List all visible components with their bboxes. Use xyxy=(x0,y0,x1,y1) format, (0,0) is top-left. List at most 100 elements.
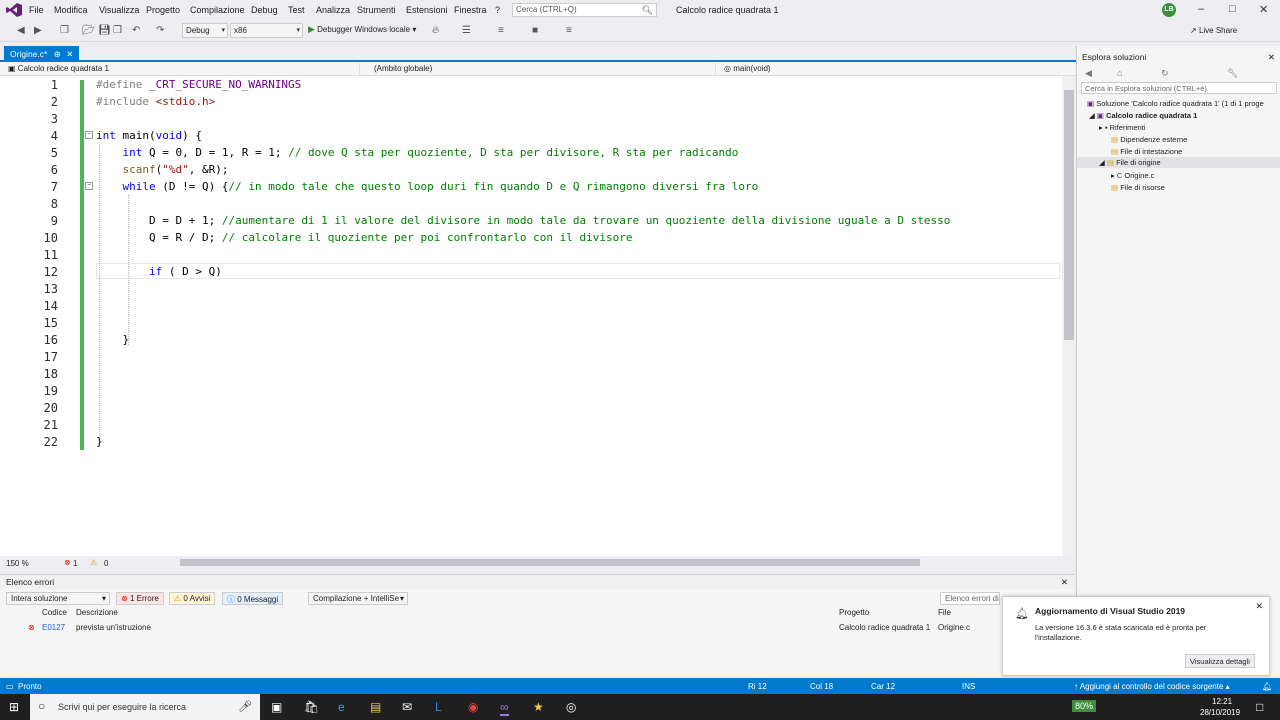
launcher-icon[interactable]: L xyxy=(435,700,442,714)
open-icon[interactable]: 📂︎ xyxy=(82,25,95,36)
app-star-icon[interactable]: ★ xyxy=(533,700,544,714)
error-count[interactable]: 1 xyxy=(73,559,77,568)
tree-origine-c[interactable]: ▸ C Origine.c xyxy=(1111,171,1154,180)
column-header-code[interactable]: Codice xyxy=(42,608,67,617)
column-header-file[interactable]: File xyxy=(938,608,951,617)
view-details-button[interactable]: Visualizza dettagli xyxy=(1185,654,1255,668)
forward-icon[interactable]: ▶ xyxy=(34,25,42,36)
menu-progetto[interactable]: Progetto xyxy=(146,5,180,15)
user-avatar[interactable]: LB xyxy=(1162,3,1176,17)
maximize-icon[interactable]: □ xyxy=(1229,3,1236,15)
close-tab-icon[interactable]: ✕ xyxy=(66,49,73,59)
menu-debug[interactable]: Debug xyxy=(251,5,278,15)
back-icon[interactable]: ◀ xyxy=(1085,68,1092,79)
error-scope-select[interactable]: Intera soluzione ▾ xyxy=(6,592,110,605)
microphone-icon[interactable]: 🎤︎ xyxy=(238,700,252,713)
close-icon[interactable]: ✕ xyxy=(1255,601,1263,612)
redo-icon[interactable]: ↷ xyxy=(156,25,164,36)
config-select[interactable]: Debug ▾ xyxy=(182,23,228,38)
line-number: 5 xyxy=(50,146,58,160)
scrollbar-thumb[interactable] xyxy=(1064,90,1074,340)
horizontal-scrollbar-thumb[interactable] xyxy=(180,559,920,566)
windows-start-icon[interactable]: ⊞ xyxy=(9,700,19,714)
menu-estensioni[interactable]: Estensioni xyxy=(406,5,448,15)
menu-help[interactable]: ? xyxy=(495,5,500,15)
mail-icon[interactable]: ✉ xyxy=(402,700,412,714)
zoom-level[interactable]: 150 % xyxy=(6,559,29,568)
undo-icon[interactable]: ↶ xyxy=(132,25,140,36)
fold-toggle-main[interactable]: − xyxy=(85,131,93,139)
tree-risorse[interactable]: ▤ File di risorse xyxy=(1111,183,1165,192)
comment-icon[interactable]: ≡ xyxy=(498,25,504,36)
editor-vertical-scrollbar[interactable] xyxy=(1062,76,1076,556)
errors-filter-button[interactable]: ⊗ 1 Errore xyxy=(116,592,164,605)
app-icon[interactable]: ◎ xyxy=(566,700,576,714)
menu-analizza[interactable]: Analizza xyxy=(316,5,350,15)
minimize-icon[interactable]: – xyxy=(1198,3,1204,15)
menu-strumenti[interactable]: Strumenti xyxy=(357,5,396,15)
error-list-search-input[interactable]: Elenco errori di xyxy=(940,592,1000,605)
menu-compilazione[interactable]: Compilazione xyxy=(190,5,245,15)
close-icon[interactable]: ✕ xyxy=(1259,3,1268,16)
tree-project[interactable]: ◢ ▣ Calcolo radice quadrata 1 xyxy=(1089,111,1197,120)
tree-dipendenze[interactable]: ▤ Dipendenze esterne xyxy=(1111,135,1187,144)
step-icon[interactable]: ☰ xyxy=(462,25,471,36)
action-center-icon[interactable]: □ xyxy=(1256,700,1263,714)
warnings-filter-button[interactable]: ⚠ 0 Avvisi xyxy=(169,592,216,605)
column-header-description[interactable]: Descrizione xyxy=(76,608,118,617)
hot-reload-icon[interactable]: 🔥︎ xyxy=(432,25,439,36)
close-icon[interactable]: ✕ xyxy=(1061,577,1068,588)
tree-file-origine[interactable]: ◢ ▤ File di origine xyxy=(1077,157,1280,168)
tree-riferimenti[interactable]: ▸ ▪ Riferimenti xyxy=(1099,123,1145,132)
run-debugger-button[interactable]: ▶ Debugger Windows locale ▾ xyxy=(308,24,416,35)
navigate-bookmark-icon[interactable]: ≡ xyxy=(566,25,572,36)
folder-icon: ▤ xyxy=(1111,147,1119,156)
sync-icon[interactable]: ↻ xyxy=(1161,68,1169,79)
store-icon[interactable]: 🛍︎ xyxy=(304,700,319,714)
bookmark-icon[interactable]: ■ xyxy=(532,25,538,36)
menu-visualizza[interactable]: Visualizza xyxy=(99,5,139,15)
home-icon[interactable]: ⌂ xyxy=(1117,68,1122,78)
quick-search-input[interactable]: Cerca (CTRL+Q) 🔍︎ xyxy=(512,3,657,17)
tree-solution[interactable]: ▣ Soluzione 'Calcolo radice quadrata 1' … xyxy=(1087,99,1264,108)
build-filter-select[interactable]: Compilazione + IntelliSe ▾ xyxy=(308,592,408,605)
menu-file[interactable]: File xyxy=(29,5,44,15)
pin-icon[interactable]: ⊕ xyxy=(54,49,61,59)
save-all-icon[interactable]: ❐ xyxy=(113,25,122,36)
windows-taskbar: ⊞ ○ Scrivi qui per eseguire la ricerca 🎤… xyxy=(0,694,1280,720)
back-icon[interactable]: ◀ xyxy=(17,25,25,36)
project-select[interactable]: ▣ Calcolo radice quadrata 1 xyxy=(4,63,360,75)
messages-filter-button[interactable]: ⓘ 0 Messaggi xyxy=(222,592,284,605)
properties-icon[interactable]: 🔧︎ xyxy=(1227,68,1238,79)
tab-origine-c[interactable]: Origine.c* ⊕ ✕ xyxy=(4,46,80,62)
chrome-icon[interactable]: ◉ xyxy=(468,700,478,714)
error-file: Origine.c xyxy=(938,623,971,632)
task-view-icon[interactable]: ▣ xyxy=(271,700,282,714)
fold-toggle-while[interactable]: − xyxy=(85,182,93,190)
warning-count[interactable]: 0 xyxy=(104,559,108,568)
source-control-button[interactable]: ↑ Aggiungi al controllo del codice sorge… xyxy=(1074,682,1230,691)
battery-indicator[interactable]: 80% xyxy=(1072,700,1097,712)
tree-intestazione[interactable]: ▤ File di intestazione xyxy=(1111,147,1182,156)
file-explorer-icon[interactable]: ▤ xyxy=(370,700,381,714)
visual-studio-taskbar-icon[interactable]: ∞ xyxy=(500,700,509,716)
edge-icon[interactable]: e xyxy=(338,700,345,714)
error-code[interactable]: E0127 xyxy=(42,623,65,632)
menu-finestra[interactable]: Finestra xyxy=(454,5,487,15)
clock-date[interactable]: 28/10/2019 xyxy=(1200,708,1240,717)
scope-select[interactable]: (Ambito globale) xyxy=(370,63,716,75)
member-select[interactable]: ◎ main(void) xyxy=(720,63,1060,75)
menu-modifica[interactable]: Modifica xyxy=(54,5,88,15)
save-icon[interactable]: 💾︎ xyxy=(98,25,111,36)
column-header-project[interactable]: Progetto xyxy=(839,608,869,617)
clock-time[interactable]: 12:21 xyxy=(1212,697,1232,706)
solution-search-input[interactable]: Cerca in Esplora soluzioni (CTRL+è) xyxy=(1081,82,1277,94)
close-icon[interactable]: ✕ xyxy=(1268,52,1275,63)
new-project-icon[interactable]: ❐ xyxy=(60,25,69,36)
menu-test[interactable]: Test xyxy=(288,5,305,15)
platform-select[interactable]: x86 ▾ xyxy=(230,23,303,38)
code-editor[interactable]: − − 1 2 3 4 5 6 7 8 9 10 11 12 13 14 15 … xyxy=(0,76,1062,556)
notifications-icon[interactable]: 🔔︎ xyxy=(1262,682,1272,691)
taskbar-search-input[interactable]: ○ Scrivi qui per eseguire la ricerca 🎤︎ xyxy=(30,694,260,720)
live-share-button[interactable]: ↗ Live Share xyxy=(1190,26,1237,35)
